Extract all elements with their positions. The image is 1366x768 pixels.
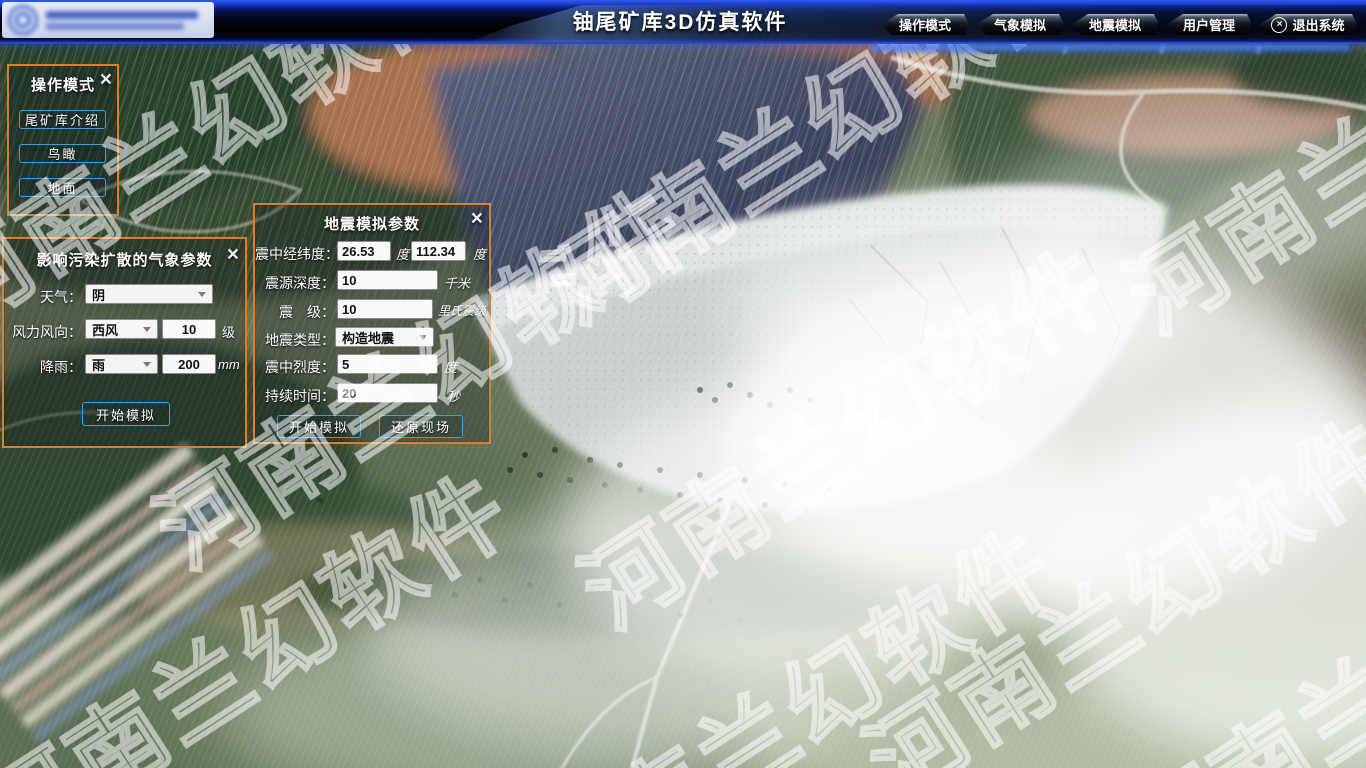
- rain-type-select[interactable]: 雨: [85, 354, 158, 374]
- menu-glow-decoration: [872, 45, 1350, 54]
- birdview-button[interactable]: 鸟瞰: [19, 144, 106, 163]
- intensity-unit: 度: [444, 357, 457, 376]
- wind-direction-value: 西风: [92, 320, 139, 339]
- intensity-label: 震中烈度：: [255, 357, 335, 377]
- menu-tab-weather-simulation[interactable]: 气象模拟: [977, 14, 1063, 35]
- chevron-down-icon: [143, 327, 151, 332]
- weather-select[interactable]: 阴: [85, 284, 213, 304]
- chevron-down-icon: [143, 362, 151, 367]
- weather-start-simulation-button[interactable]: 开始模拟: [82, 402, 170, 426]
- wind-level-input[interactable]: [162, 319, 216, 339]
- epicenter-latitude-input[interactable]: [411, 241, 466, 261]
- exit-label: 退出系统: [1292, 15, 1344, 34]
- rain-label: 降雨：: [4, 357, 82, 377]
- duration-label: 持续时间：: [255, 386, 335, 406]
- rain-amount-input[interactable]: [162, 354, 216, 374]
- panel-title: 地震模拟参数: [255, 213, 489, 234]
- weather-params-panel: 影响污染扩散的气象参数 × 天气： 阴 风力风向： 西风 级 降雨： 雨 mm …: [2, 237, 247, 448]
- quake-type-label: 地震类型：: [255, 330, 335, 350]
- company-logo-emblem-icon: [8, 5, 38, 35]
- epicenter-lon-unit: 度: [396, 244, 409, 263]
- company-logo-blurred-content: [2, 2, 214, 38]
- epicenter-longitude-input[interactable]: [337, 241, 391, 261]
- title-bar: 铀尾矿库3D仿真软件 操作模式 气象模拟 地震模拟 用户管理 × 退出系统: [0, 0, 1366, 44]
- close-icon[interactable]: ×: [471, 208, 483, 229]
- close-icon[interactable]: ×: [100, 69, 112, 90]
- magnitude-unit: 里氏震级: [438, 302, 486, 319]
- company-logo: [2, 2, 214, 38]
- close-icon[interactable]: ×: [227, 244, 239, 265]
- panel-title: 影响污染扩散的气象参数: [4, 249, 245, 270]
- earthquake-params-panel: 地震模拟参数 × 震中经纬度： 度 度 震源深度： 千米 震 级： 里氏震级 地…: [253, 203, 491, 444]
- page-title: 铀尾矿库3D仿真软件: [480, 0, 880, 42]
- depth-label: 震源深度：: [255, 273, 335, 293]
- epicenter-lat-unit: 度: [473, 244, 486, 263]
- duration-input[interactable]: [337, 383, 438, 403]
- duration-unit: 秒: [447, 386, 460, 405]
- depth-unit: 千米: [444, 273, 470, 292]
- tailings-intro-button[interactable]: 尾矿库介绍: [19, 110, 106, 129]
- company-logo-text-blur: [46, 11, 198, 30]
- chevron-down-icon: [419, 335, 427, 340]
- quake-restore-scene-button[interactable]: 还原现场: [379, 415, 463, 438]
- app-window: 河南兰幻软件 河南兰幻软件 河南兰幻软件 河南兰幻软件 河南兰幻软件 河南兰幻软…: [0, 0, 1366, 768]
- quake-type-select[interactable]: 构造地震: [335, 327, 434, 347]
- wind-direction-select[interactable]: 西风: [85, 319, 158, 339]
- depth-input[interactable]: [337, 270, 438, 290]
- intensity-input[interactable]: [337, 354, 438, 374]
- quake-start-simulation-button[interactable]: 开始模拟: [277, 415, 361, 438]
- menu-tab-user-management[interactable]: 用户管理: [1167, 14, 1251, 35]
- chevron-down-icon: [198, 292, 206, 297]
- circle-x-icon: ×: [1271, 17, 1287, 33]
- rain-amount-unit: mm: [218, 357, 240, 372]
- magnitude-label: 震 级：: [255, 302, 335, 322]
- magnitude-input[interactable]: [337, 299, 433, 319]
- operation-mode-panel: 操作模式 × 尾矿库介绍 鸟瞰 地面: [7, 64, 119, 216]
- rain-type-value: 雨: [92, 355, 139, 374]
- main-menu: 操作模式 气象模拟 地震模拟 用户管理 × 退出系统: [882, 14, 1356, 35]
- weather-label: 天气：: [4, 287, 82, 307]
- wind-level-unit: 级: [222, 322, 235, 341]
- quake-type-value: 构造地震: [342, 328, 415, 347]
- menu-tab-operation-mode[interactable]: 操作模式: [882, 14, 968, 35]
- weather-selected-value: 阴: [92, 285, 194, 304]
- ground-view-button[interactable]: 地面: [19, 178, 106, 197]
- epicenter-label: 震中经纬度：: [255, 244, 335, 264]
- menu-tab-exit-system[interactable]: × 退出系统: [1260, 14, 1356, 35]
- menu-tab-earthquake-simulation[interactable]: 地震模拟: [1072, 14, 1158, 35]
- wind-label: 风力风向：: [4, 322, 82, 342]
